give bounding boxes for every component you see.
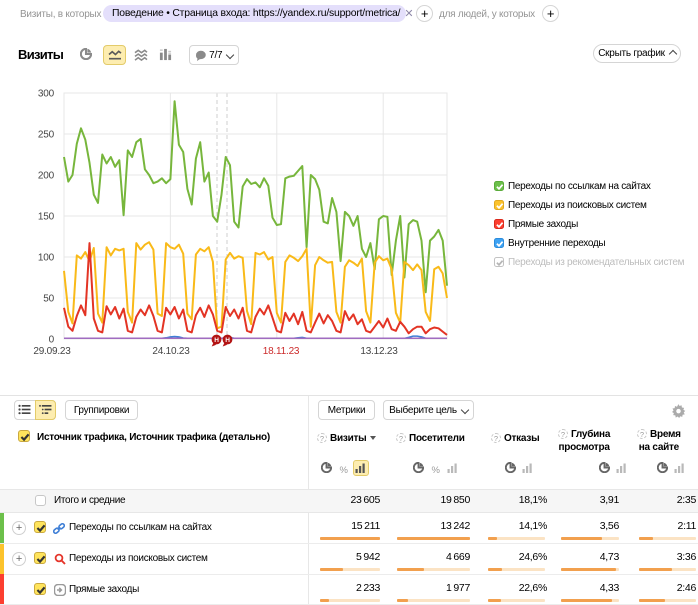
svg-text:H: H — [214, 337, 219, 344]
svg-text:29.09.23: 29.09.23 — [33, 346, 71, 357]
svg-text:100: 100 — [38, 253, 55, 264]
svg-text:150: 150 — [38, 212, 55, 223]
svg-text:H: H — [225, 337, 230, 344]
svg-text:300: 300 — [38, 89, 55, 100]
svg-text:13.12.23: 13.12.23 — [360, 346, 398, 357]
svg-text:50: 50 — [43, 294, 54, 305]
svg-text:24.10.23: 24.10.23 — [152, 346, 190, 357]
svg-text:250: 250 — [38, 130, 55, 141]
svg-text:200: 200 — [38, 171, 55, 182]
svg-text:18.11.23: 18.11.23 — [263, 346, 300, 357]
svg-text:0: 0 — [49, 335, 55, 346]
